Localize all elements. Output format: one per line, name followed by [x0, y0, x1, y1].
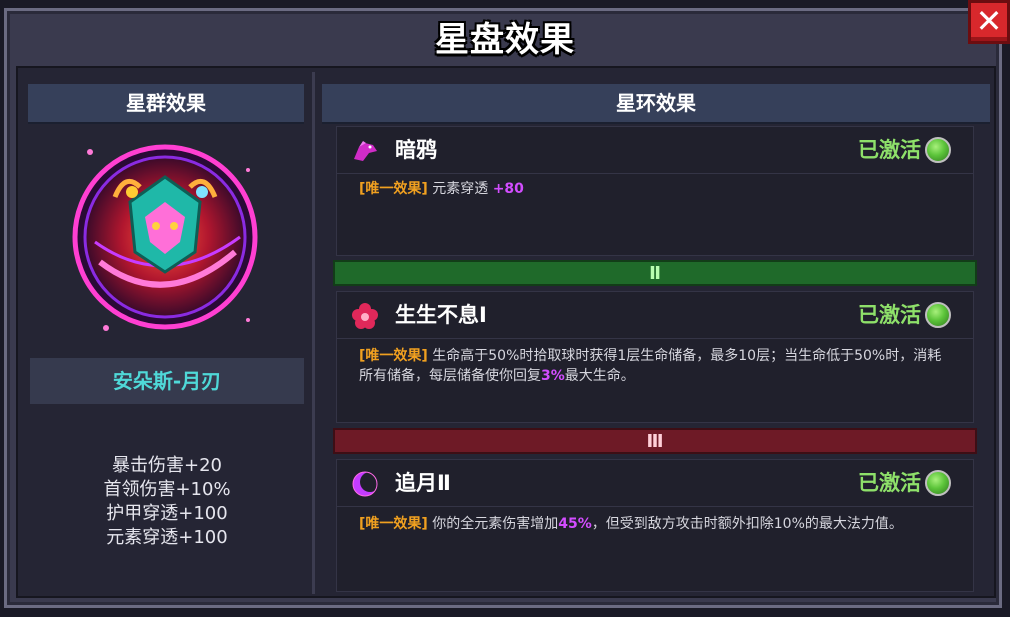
- stat-line: 暴击伤害+20: [112, 455, 222, 476]
- desc-highlight: 3%: [541, 368, 565, 384]
- desc-text: 最大生命。: [564, 368, 635, 384]
- status-label: 已激活: [858, 303, 921, 327]
- flower-icon: [352, 303, 378, 329]
- desc-text: ，但受到敌方攻击时额外扣除10%的最大法力值。: [591, 516, 903, 532]
- crow-icon: [354, 141, 377, 161]
- ring-name: 暗鸦: [395, 138, 437, 162]
- crescent-moon-icon: [352, 471, 379, 497]
- desc-text: 生命高于50%时拾取球时获得1层生命储备，最多10层；当生命低于50%时，消耗所…: [359, 348, 942, 384]
- constellation-header: 星群效果: [28, 84, 304, 124]
- ring-name: 追月Ⅱ: [395, 471, 451, 495]
- desc-text: 你的全元素伤害增加: [432, 516, 559, 532]
- panel-divider: [312, 72, 315, 594]
- ring-tier-divider: Ⅲ: [333, 428, 977, 454]
- ring-header: 星环效果: [322, 84, 990, 124]
- unique-effect-tag: [唯一效果]: [359, 348, 428, 364]
- ring-description: [唯一效果] 元素穿透 +80: [359, 179, 951, 199]
- ring-card-header: 暗鸦 已激活: [337, 127, 973, 174]
- unique-effect-tag: [唯一效果]: [359, 181, 428, 197]
- desc-text: 元素穿透: [432, 181, 493, 197]
- desc-highlight: +80: [492, 181, 524, 197]
- ring-description: [唯一效果] 你的全元素伤害增加45%，但受到敌方攻击时额外扣除10%的最大法力…: [359, 514, 951, 534]
- ring-name: 生生不息Ⅰ: [395, 303, 487, 327]
- ring-card-header: 生生不息Ⅰ 已激活: [337, 292, 973, 339]
- status-label: 已激活: [858, 138, 921, 162]
- ring-card: 追月Ⅱ 已激活 [唯一效果] 你的全元素伤害增加45%，但受到敌方攻击时额外扣除…: [336, 459, 974, 592]
- stat-line: 首领伤害+10%: [103, 479, 231, 500]
- ring-card: 暗鸦 已激活 [唯一效果] 元素穿透 +80: [336, 126, 974, 256]
- stat-line: 元素穿透+100: [106, 527, 228, 548]
- constellation-emblem-icon: [72, 144, 258, 331]
- constellation-stats: 暴击伤害+20 首领伤害+10% 护甲穿透+100 元素穿透+100: [30, 454, 304, 550]
- close-button[interactable]: ✕: [968, 0, 1010, 44]
- stat-line: 护甲穿透+100: [106, 503, 228, 524]
- ring-card-header: 追月Ⅱ 已激活: [337, 460, 973, 507]
- unique-effect-tag: [唯一效果]: [359, 516, 428, 532]
- status-label: 已激活: [858, 471, 921, 495]
- dialog-title: 星盘效果: [435, 20, 575, 60]
- ring-tier-divider: Ⅱ: [333, 260, 977, 286]
- ring-card: 生生不息Ⅰ 已激活 [唯一效果] 生命高于50%时拾取球时获得1层生命储备，最多…: [336, 291, 974, 423]
- ring-description: [唯一效果] 生命高于50%时拾取球时获得1层生命储备，最多10层；当生命低于5…: [359, 346, 951, 386]
- active-orb-icon: [925, 137, 951, 163]
- constellation-name: 安朵斯-月刃: [30, 358, 304, 404]
- desc-highlight: 45%: [558, 516, 592, 532]
- active-orb-icon: [925, 302, 951, 328]
- active-orb-icon: [925, 470, 951, 496]
